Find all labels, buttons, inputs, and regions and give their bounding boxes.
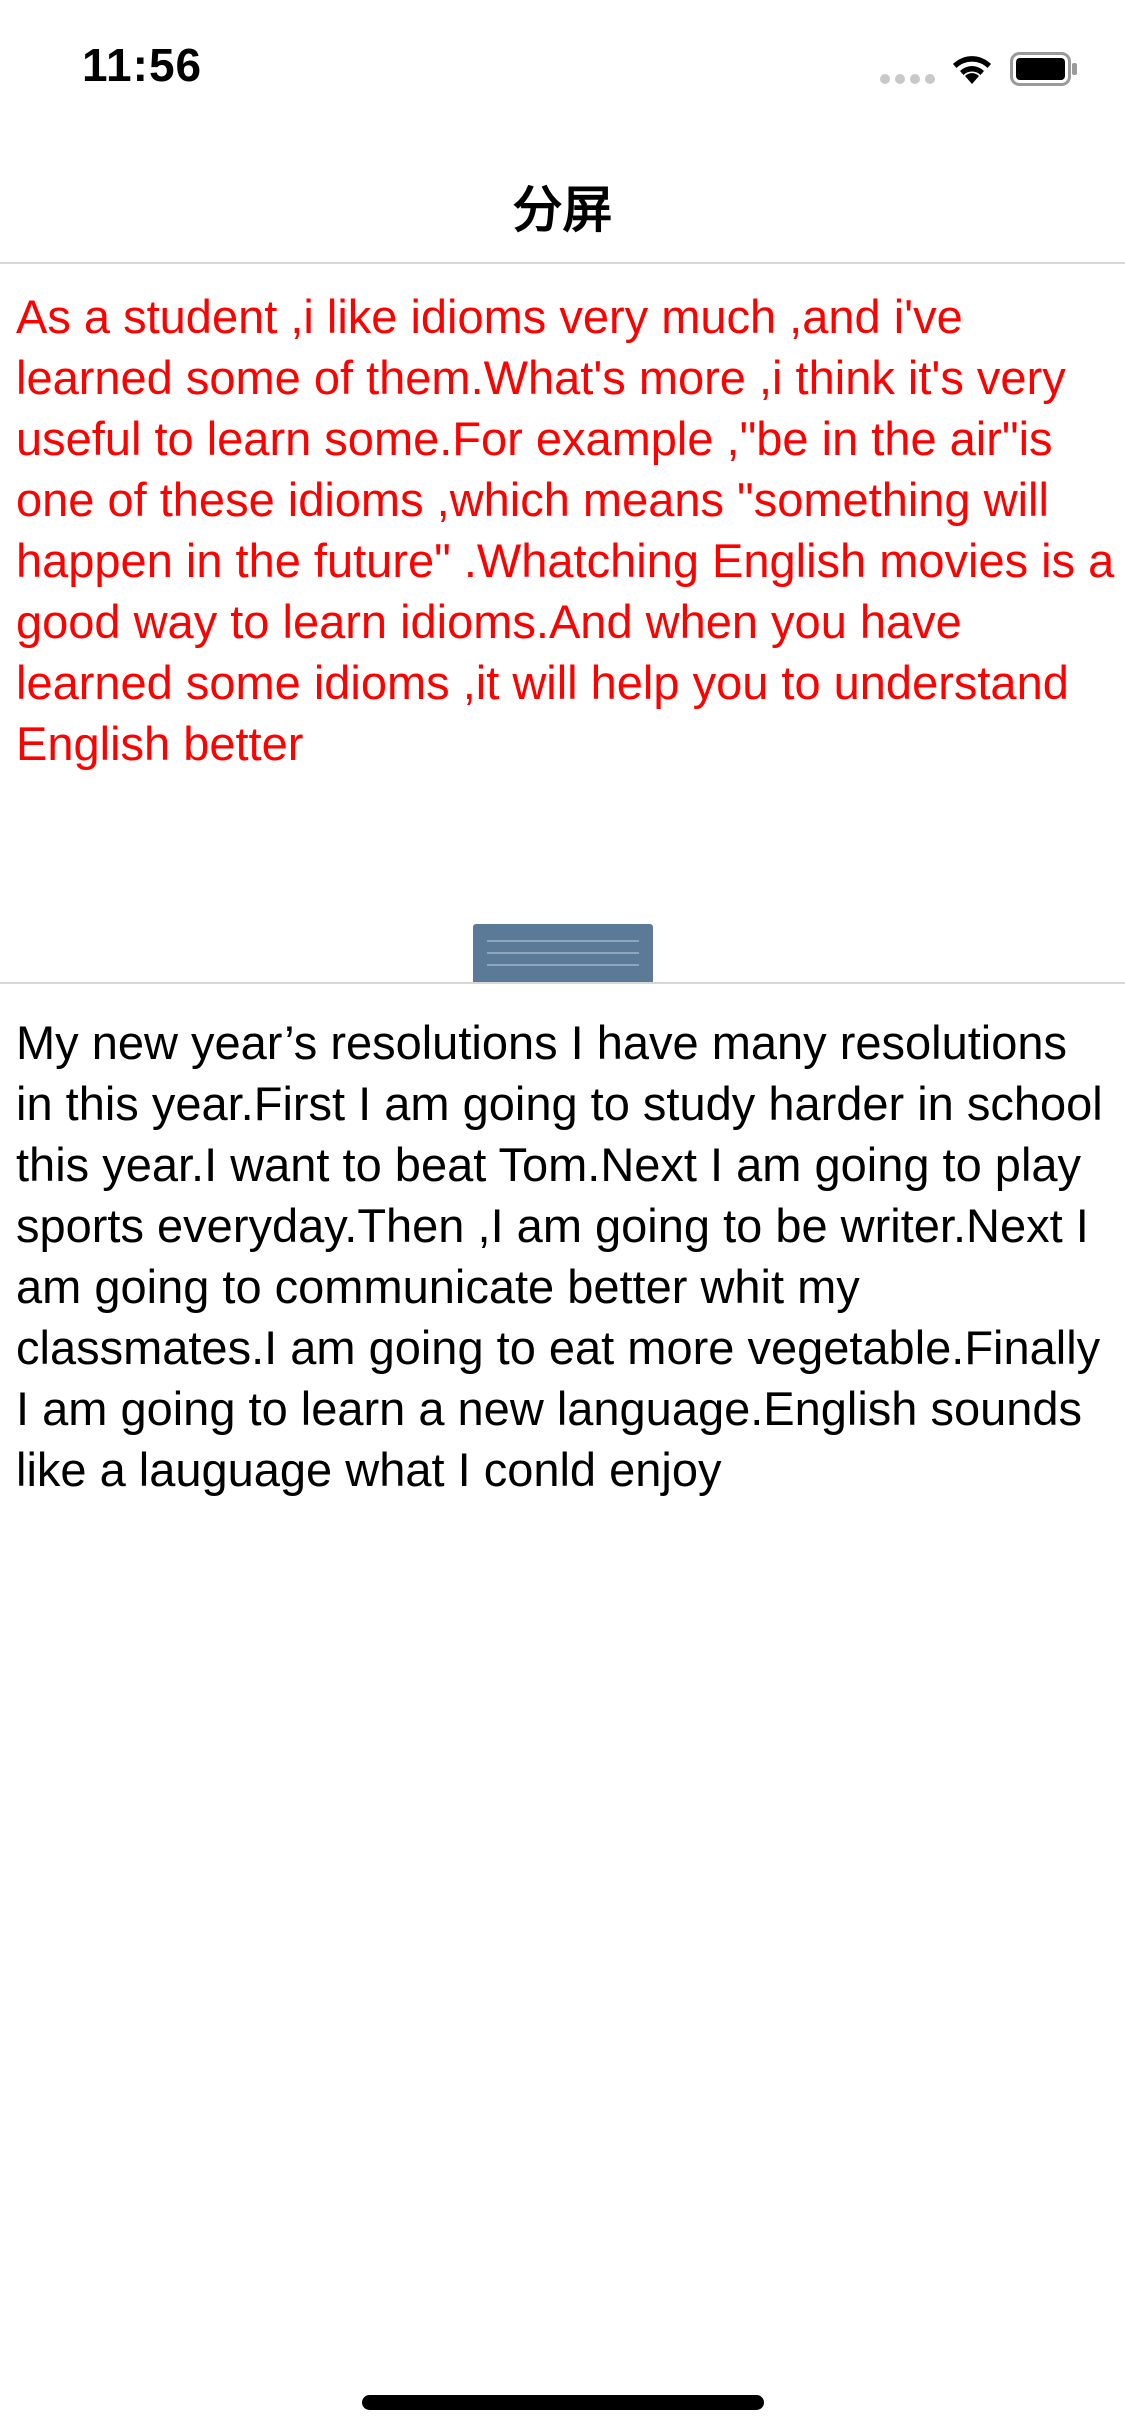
page-title: 分屏 <box>512 181 613 239</box>
bottom-pane[interactable]: My new year’s resolutions I have many re… <box>0 984 1125 2384</box>
grip-line <box>487 964 639 966</box>
status-bar: 11:56 <box>0 0 1125 132</box>
top-pane[interactable]: As a student ,i like idioms very much ,a… <box>0 266 1125 982</box>
status-time: 11:56 <box>82 39 203 91</box>
home-indicator[interactable] <box>362 2395 764 2410</box>
split-screen: 11:56 分屏 As a student ,i like idioms ver… <box>0 0 1125 2436</box>
bottom-pane-text: My new year’s resolutions I have many re… <box>16 1016 1103 1496</box>
wifi-icon <box>948 50 996 86</box>
cellular-signal-icon <box>880 74 936 84</box>
grip-line <box>487 952 639 954</box>
grip-line <box>487 940 639 942</box>
battery-icon <box>1010 52 1078 86</box>
navigation-bar: 分屏 <box>0 132 1125 264</box>
drag-handle-icon[interactable] <box>473 924 653 982</box>
top-pane-text: As a student ,i like idioms very much ,a… <box>16 290 1115 770</box>
